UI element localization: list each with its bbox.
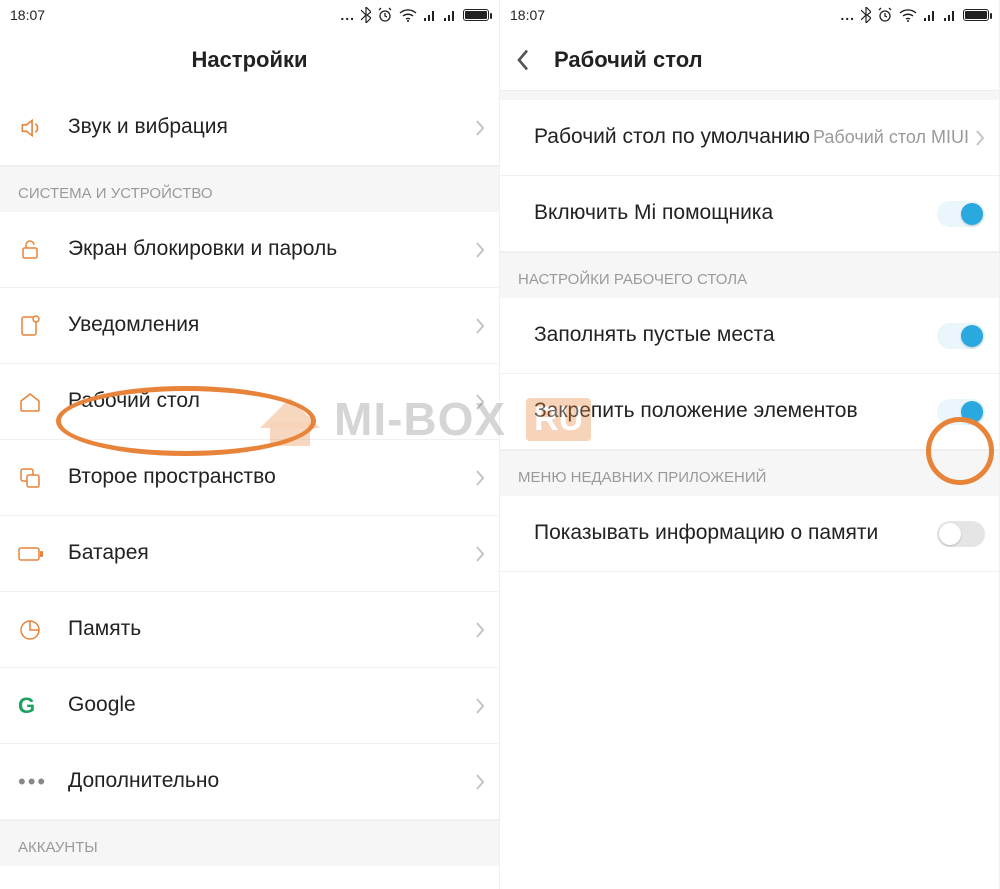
row-mi-assistant[interactable]: Включить Mi помощника — [500, 176, 999, 252]
toggle-mi-assistant[interactable] — [937, 201, 985, 227]
section-accounts: АККАУНТЫ — [0, 820, 499, 866]
back-button[interactable] — [516, 48, 530, 72]
google-icon: G — [18, 693, 68, 719]
row-label: Заполнять пустые места — [534, 321, 937, 349]
row-battery[interactable]: Батарея — [0, 516, 499, 592]
row-label: Звук и вибрация — [68, 113, 475, 141]
toggle-show-memory[interactable] — [937, 521, 985, 547]
page-title: Настройки — [0, 30, 499, 90]
battery-icon — [963, 9, 989, 21]
row-notifications[interactable]: Уведомления — [0, 288, 499, 364]
signal2-icon — [443, 8, 457, 22]
row-sound-vibration[interactable]: Звук и вибрация — [0, 90, 499, 166]
row-label: Второе пространство — [68, 463, 475, 491]
toggle-lock-positions[interactable] — [937, 399, 985, 425]
more-horizontal-icon: ••• — [18, 769, 68, 795]
row-label: Google — [68, 691, 475, 719]
status-time: 18:07 — [10, 7, 45, 23]
screen-settings: 18:07 ... Настройки Зву — [0, 0, 500, 889]
status-bar: 18:07 ... — [500, 0, 999, 30]
chevron-right-icon — [475, 697, 485, 715]
signal2-icon — [943, 8, 957, 22]
row-google[interactable]: G Google — [0, 668, 499, 744]
chevron-right-icon — [475, 469, 485, 487]
alarm-icon — [877, 7, 893, 23]
row-label: Рабочий стол — [68, 387, 475, 415]
alarm-icon — [377, 7, 393, 23]
row-label: Уведомления — [68, 311, 475, 339]
row-desktop[interactable]: Рабочий стол — [0, 364, 499, 440]
row-lock-positions[interactable]: Закрепить положение элементов — [500, 374, 999, 450]
status-icons: ... — [840, 7, 989, 23]
row-second-space[interactable]: Второе пространство — [0, 440, 499, 516]
row-label: Закрепить положение элементов — [534, 397, 937, 425]
screen-desktop: 18:07 ... Рабочий стол — [500, 0, 1000, 889]
row-memory[interactable]: Память — [0, 592, 499, 668]
chevron-right-icon — [475, 317, 485, 335]
sound-icon — [18, 115, 68, 141]
lock-icon — [18, 238, 68, 262]
section-system-device: СИСТЕМА И УСТРОЙСТВО — [0, 166, 499, 212]
row-label: Дополнительно — [68, 767, 475, 795]
row-label: Включить Mi помощника — [534, 199, 937, 227]
chevron-right-icon — [475, 545, 485, 563]
more-icon: ... — [840, 7, 855, 23]
home-icon — [18, 390, 68, 414]
wifi-icon — [899, 8, 917, 22]
more-icon: ... — [340, 7, 355, 23]
chevron-right-icon — [975, 129, 985, 147]
row-fill-empty[interactable]: Заполнять пустые места — [500, 298, 999, 374]
battery-icon — [463, 9, 489, 21]
row-lockscreen-password[interactable]: Экран блокировки и пароль — [0, 212, 499, 288]
bluetooth-icon — [361, 7, 371, 23]
row-default-launcher[interactable]: Рабочий стол по умолчанию Рабочий стол M… — [500, 100, 999, 176]
row-additional[interactable]: ••• Дополнительно — [0, 744, 499, 820]
signal1-icon — [923, 8, 937, 22]
chevron-right-icon — [475, 621, 485, 639]
row-label: Рабочий стол по умолчанию — [534, 123, 813, 151]
battery-row-icon — [18, 545, 68, 563]
section-desktop-settings: НАСТРОЙКИ РАБОЧЕГО СТОЛА — [500, 252, 999, 298]
bluetooth-icon — [861, 7, 871, 23]
wifi-icon — [399, 8, 417, 22]
section-recent-menu: МЕНЮ НЕДАВНИХ ПРИЛОЖЕНИЙ — [500, 450, 999, 496]
row-label: Экран блокировки и пароль — [68, 235, 475, 263]
second-space-icon — [18, 466, 68, 490]
row-value: Рабочий стол MIUI — [813, 127, 975, 148]
row-label: Батарея — [68, 539, 475, 567]
toggle-fill-empty[interactable] — [937, 323, 985, 349]
signal1-icon — [423, 8, 437, 22]
memory-icon — [18, 618, 68, 642]
notification-icon — [18, 314, 68, 338]
page-title: Рабочий стол — [500, 30, 999, 90]
chevron-right-icon — [475, 773, 485, 791]
status-time: 18:07 — [510, 7, 545, 23]
chevron-right-icon — [475, 241, 485, 259]
status-icons: ... — [340, 7, 489, 23]
status-bar: 18:07 ... — [0, 0, 499, 30]
row-label: Память — [68, 615, 475, 643]
row-label: Показывать информацию о памяти — [534, 519, 937, 547]
row-show-memory[interactable]: Показывать информацию о памяти — [500, 496, 999, 572]
chevron-right-icon — [475, 393, 485, 411]
chevron-right-icon — [475, 119, 485, 137]
